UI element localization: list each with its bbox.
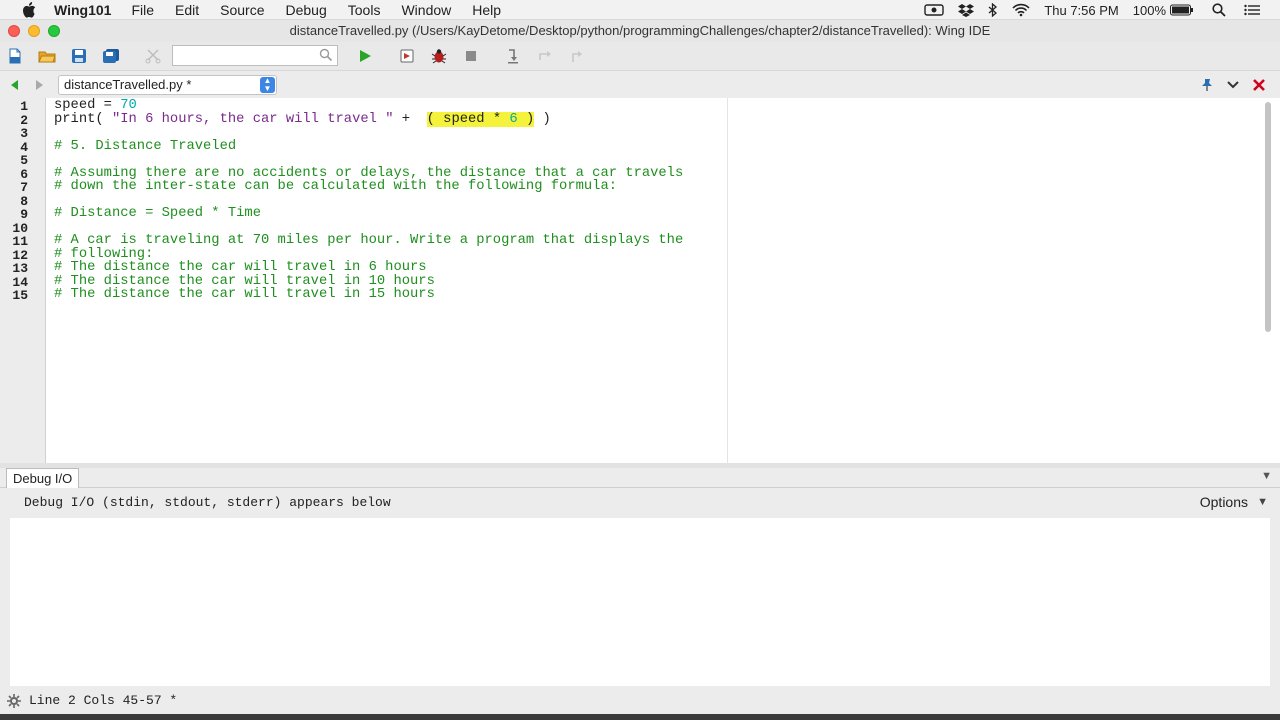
debug-bug-icon[interactable] xyxy=(430,47,448,65)
options-menu-button[interactable]: Options xyxy=(1200,494,1248,510)
line-number: 5 xyxy=(20,153,28,168)
code-token: ) xyxy=(517,112,535,127)
code-line-15: # The distance the car will travel in 15… xyxy=(54,287,435,302)
line-number-gutter: 1 2 3 4 5 6 7 8 9 10 11 12 13 14 15 xyxy=(0,98,46,463)
wifi-icon[interactable] xyxy=(1012,3,1030,17)
save-all-icon[interactable] xyxy=(102,47,120,65)
spotlight-search-icon[interactable] xyxy=(1212,3,1226,17)
debug-io-message: Debug I/O (stdin, stdout, stderr) appear… xyxy=(24,495,391,510)
forward-arrow-icon[interactable] xyxy=(30,76,48,94)
menu-help[interactable]: Help xyxy=(472,2,501,18)
code-line-2: print( "In 6 hours, the car will travel … xyxy=(54,112,551,127)
app-menu[interactable]: Wing101 xyxy=(54,2,111,18)
line-number: 9 xyxy=(20,207,28,222)
window-zoom-button[interactable] xyxy=(48,25,60,37)
gear-icon[interactable] xyxy=(6,693,22,714)
apple-menu-icon[interactable] xyxy=(22,1,42,18)
status-bar: Line 2 Cols 45-57 * xyxy=(0,688,1280,714)
code-token: ) xyxy=(534,112,551,127)
debug-io-console[interactable] xyxy=(10,518,1270,686)
line-number: 7 xyxy=(20,180,28,195)
code-token: + xyxy=(393,112,427,127)
toolbar-search-input[interactable] xyxy=(173,46,315,65)
search-icon[interactable] xyxy=(319,48,333,67)
debug-io-header: Debug I/O (stdin, stdout, stderr) appear… xyxy=(0,488,1280,518)
window-bottom-edge xyxy=(0,714,1280,720)
code-token: print( xyxy=(54,112,112,127)
step-over-icon[interactable] xyxy=(536,47,554,65)
pin-icon[interactable] xyxy=(1198,76,1216,94)
edge-column-guide xyxy=(727,98,728,463)
close-editor-icon[interactable] xyxy=(1250,76,1268,94)
window-close-button[interactable] xyxy=(8,25,20,37)
back-arrow-icon[interactable] xyxy=(6,76,24,94)
selection-highlight: ( speed * 6 ) xyxy=(426,112,535,127)
editor-vertical-scrollbar[interactable] xyxy=(1265,102,1271,332)
options-triangle-icon[interactable]: ▼ xyxy=(1257,496,1268,508)
window-title-bar: distanceTravelled.py (/Users/KayDetome/D… xyxy=(0,20,1280,42)
code-line-1: speed = 70 xyxy=(54,99,137,113)
file-selector-dropdown[interactable]: distanceTravelled.py * ▲ ▼ xyxy=(58,75,277,95)
editor-tab-bar: distanceTravelled.py * ▲ ▼ xyxy=(0,70,1280,98)
panel-menu-triangle-icon[interactable]: ▼ xyxy=(1261,470,1272,482)
chevron-updown-icon: ▲ ▼ xyxy=(260,77,275,93)
code-token: 70 xyxy=(120,98,137,113)
menu-file[interactable]: File xyxy=(131,2,154,18)
file-selector-label: distanceTravelled.py * xyxy=(64,77,192,92)
menu-window[interactable]: Window xyxy=(401,2,451,18)
dropbox-icon[interactable] xyxy=(958,3,975,17)
stop-icon[interactable] xyxy=(462,47,480,65)
code-token: ( speed * xyxy=(426,112,510,127)
new-file-icon[interactable] xyxy=(6,47,24,65)
window-minimize-button[interactable] xyxy=(28,25,40,37)
tab-debug-io[interactable]: Debug I/O xyxy=(6,468,80,488)
code-token: 6 xyxy=(509,112,518,127)
battery-percent[interactable]: 100% xyxy=(1133,3,1166,18)
code-line-7: # down the inter-state can be calculated… xyxy=(54,179,618,194)
open-file-icon[interactable] xyxy=(38,47,56,65)
clock[interactable]: Thu 7:56 PM xyxy=(1044,3,1118,18)
menu-tools[interactable]: Tools xyxy=(348,2,381,18)
code-line-11: # A car is traveling at 70 miles per hou… xyxy=(54,233,684,248)
menu-edit[interactable]: Edit xyxy=(175,2,199,18)
save-file-icon[interactable] xyxy=(70,47,88,65)
notification-center-icon[interactable] xyxy=(1244,4,1260,16)
run-to-cursor-icon[interactable] xyxy=(398,47,416,65)
line-number: 11 xyxy=(12,234,28,249)
cut-icon[interactable] xyxy=(144,47,162,65)
line-number: 13 xyxy=(12,261,28,276)
line-number: 15 xyxy=(12,288,28,303)
menu-source[interactable]: Source xyxy=(220,2,264,18)
code-editor[interactable]: 1 2 3 4 5 6 7 8 9 10 11 12 13 14 15 spee… xyxy=(0,98,1280,463)
menu-bar: Wing101 File Edit Source Debug Tools Win… xyxy=(0,0,1280,20)
menu-debug[interactable]: Debug xyxy=(286,2,327,18)
toolbar-search-box xyxy=(172,45,338,66)
screen-record-icon[interactable] xyxy=(924,3,945,17)
code-line-4: # 5. Distance Traveled xyxy=(54,139,237,154)
code-area[interactable]: speed = 70 print( "In 6 hours, the car w… xyxy=(54,98,726,463)
code-line-13: # The distance the car will travel in 6 … xyxy=(54,260,427,275)
code-line-9: # Distance = Speed * Time xyxy=(54,206,261,221)
bluetooth-icon[interactable] xyxy=(988,3,998,17)
run-icon[interactable] xyxy=(356,47,374,65)
window-title: distanceTravelled.py (/Users/KayDetome/D… xyxy=(289,23,991,38)
line-number: 1 xyxy=(20,99,28,114)
code-token: "In 6 hours, the car will travel " xyxy=(111,112,394,127)
cursor-position-status: Line 2 Cols 45-57 * xyxy=(29,693,178,708)
options-chevron-down-icon[interactable] xyxy=(1224,76,1242,94)
battery-icon[interactable] xyxy=(1170,4,1194,16)
tool-panel-tabs: Debug I/O ▼ xyxy=(0,468,1280,488)
toolbar xyxy=(0,42,1280,70)
code-token: speed = xyxy=(54,98,121,113)
step-out-icon[interactable] xyxy=(568,47,586,65)
line-number: 3 xyxy=(20,126,28,141)
step-into-icon[interactable] xyxy=(504,47,522,65)
